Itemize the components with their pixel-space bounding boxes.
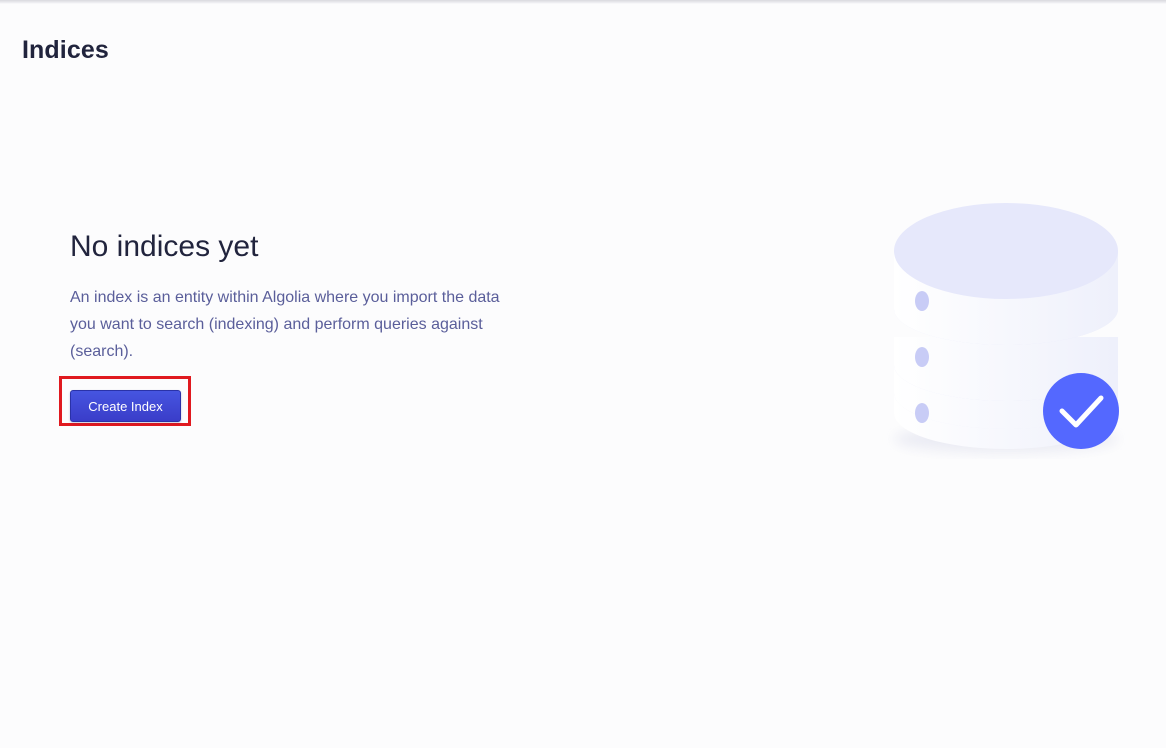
empty-state-title: No indices yet [70,230,259,263]
indices-page: Indices No indices yet An index is an en… [0,0,1166,748]
top-bar-shadow [0,0,1166,4]
database-check-icon [894,203,1119,453]
empty-state-description: An index is an entity within Algolia whe… [70,289,500,360]
create-index-button[interactable]: Create Index [70,390,181,422]
check-badge-icon [1043,373,1119,449]
disk-light-dot [915,403,929,423]
disk-light-dot [915,347,929,367]
database-disk-top [894,203,1118,345]
disk-light-dot [915,291,929,311]
page-title: Indices [22,36,109,64]
empty-state: No indices yet An index is an entity wit… [70,226,510,365]
